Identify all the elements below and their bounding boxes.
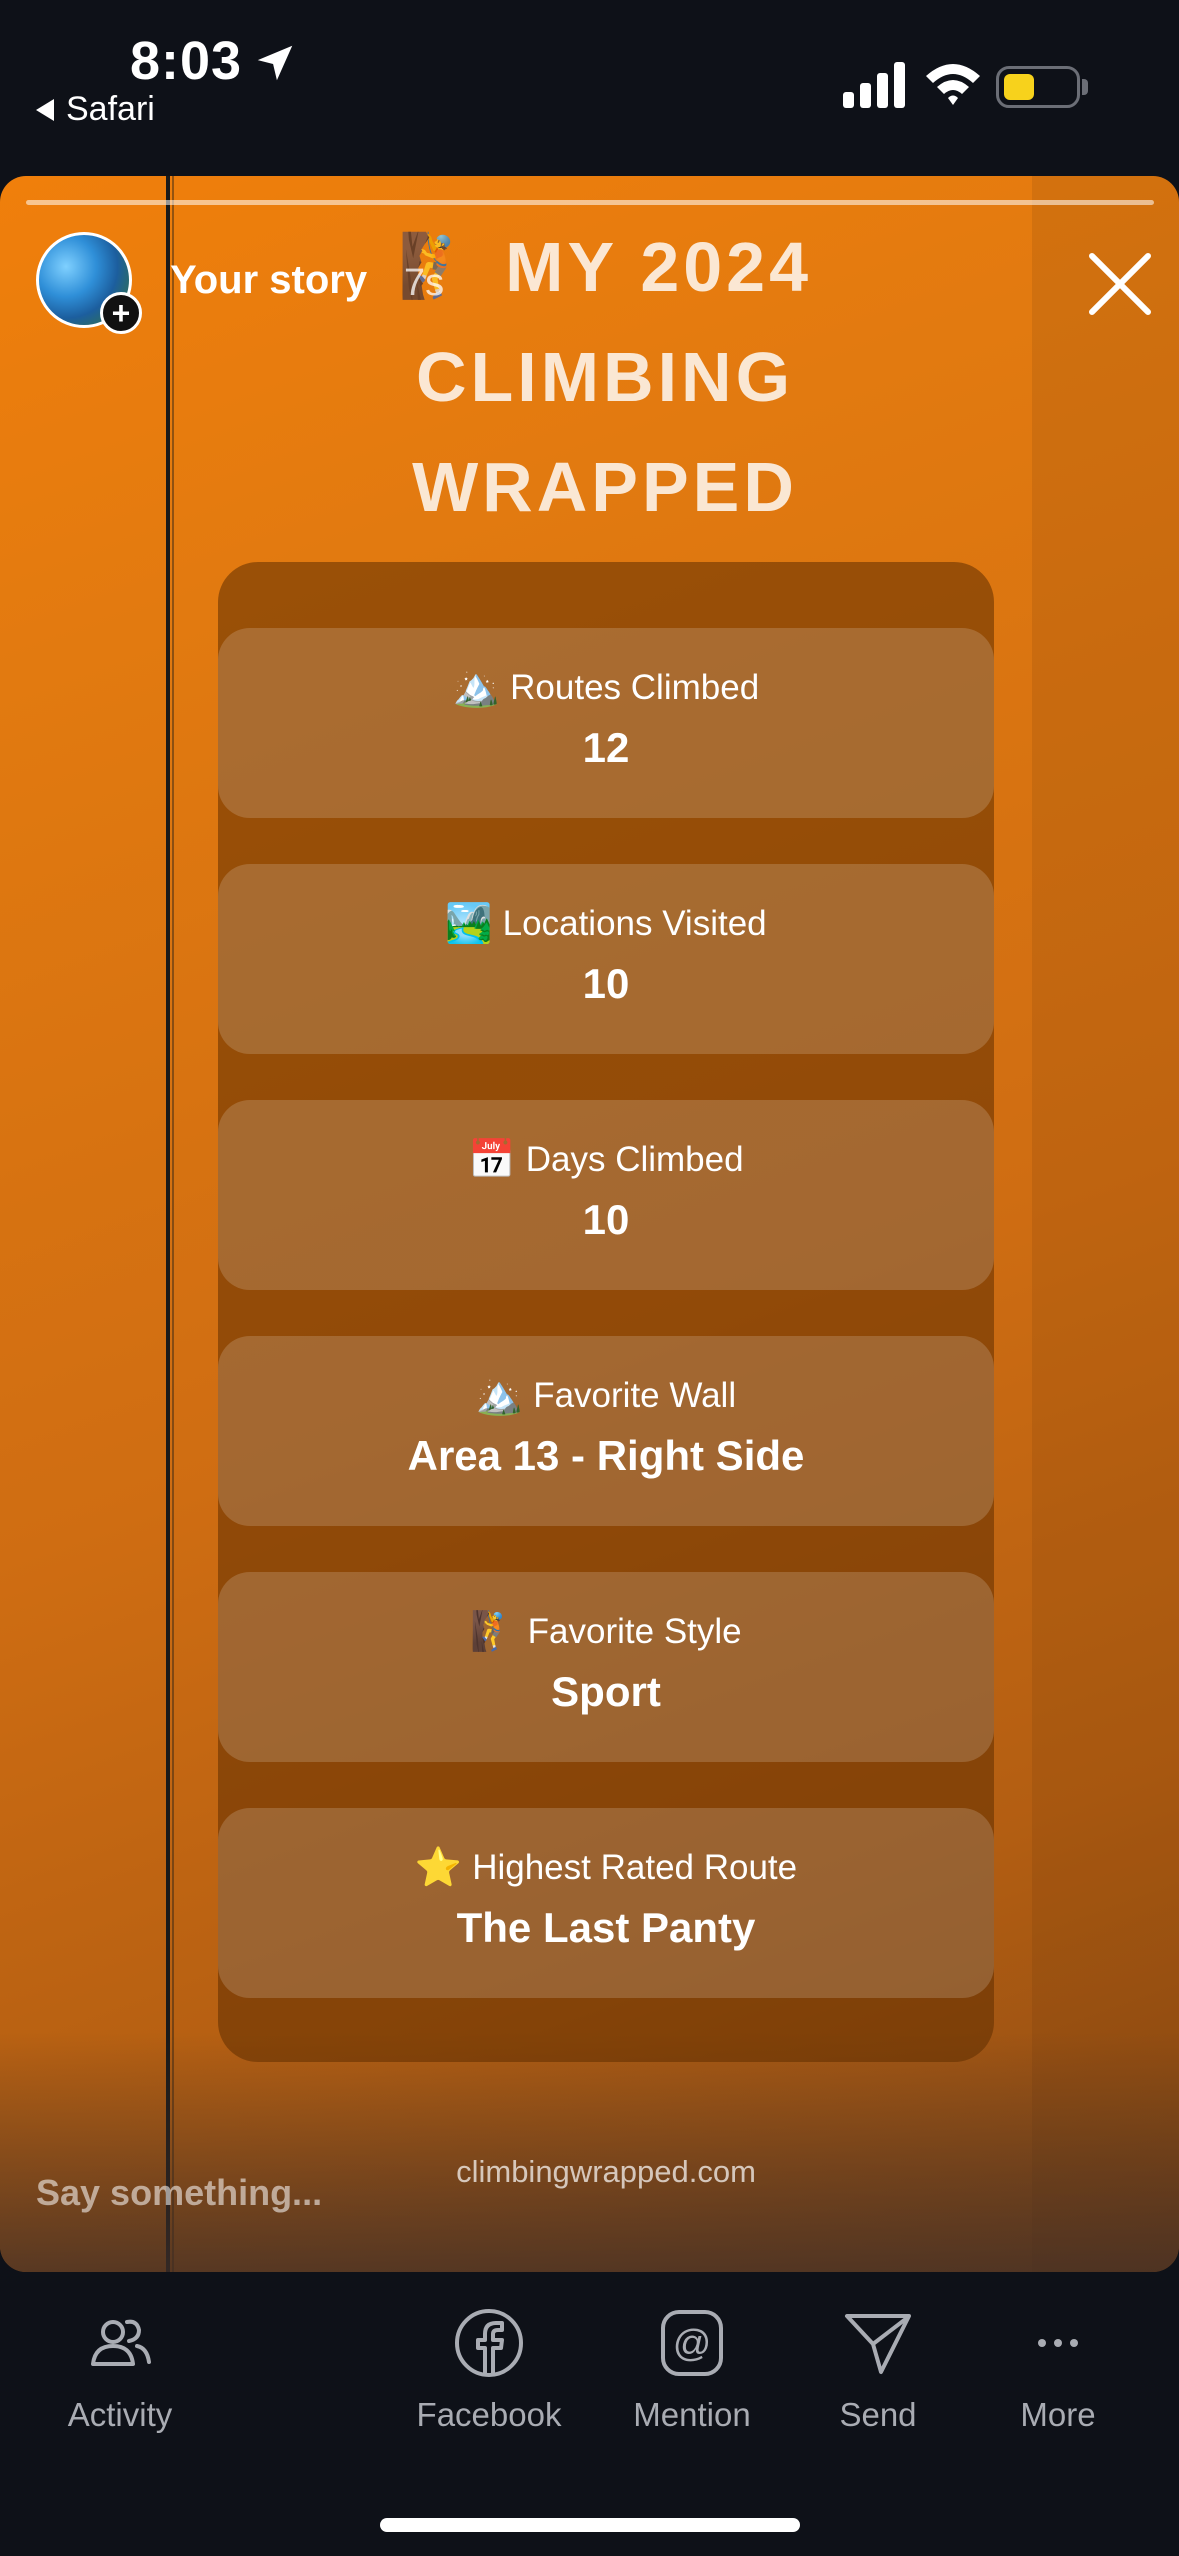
clock: 8:03 <box>130 31 243 91</box>
add-story-plus-icon[interactable]: + <box>100 292 142 334</box>
battery-level <box>1004 74 1034 100</box>
paper-plane-icon <box>845 2314 911 2374</box>
stat-label-row: ⭐ Highest Rated Route <box>218 1848 994 1888</box>
stat-card-highest-rated: ⭐ Highest Rated Route The Last Panty <box>218 1808 994 1998</box>
stat-card-favorite-wall: 🏔️ Favorite Wall Area 13 - Right Side <box>218 1336 994 1526</box>
stat-card-locations: 🏞️ Locations Visited 10 <box>218 864 994 1054</box>
stats-panel: 🏔️ Routes Climbed 12 🏞️ Locations Visite… <box>218 562 994 2062</box>
stat-label-row: 🧗 Favorite Style <box>218 1612 994 1652</box>
stat-value: 10 <box>582 1196 630 1243</box>
at-sign-icon: @ <box>661 2310 723 2376</box>
stat-label-row: 🏞️ Locations Visited <box>218 904 994 944</box>
home-indicator[interactable] <box>380 2518 800 2532</box>
stat-label: Routes Climbed <box>510 668 760 707</box>
ellipsis-icon <box>1038 2339 1078 2347</box>
stat-label-row: 📅 Days Climbed <box>218 1140 994 1180</box>
mountain-icon: 🏔️ <box>452 667 501 709</box>
battery-nub <box>1082 79 1088 95</box>
climber-icon: 🧗 <box>470 1611 518 1653</box>
reply-input[interactable]: Say something... <box>36 2172 322 2214</box>
title-line-3: WRAPPED <box>412 448 798 526</box>
facebook-button[interactable]: Facebook <box>389 2306 589 2434</box>
stat-card-favorite-style: 🧗 Favorite Style Sport <box>218 1572 994 1762</box>
back-app-label: Safari <box>66 90 155 128</box>
location-arrow-icon <box>257 45 293 81</box>
send-button[interactable]: Send <box>778 2306 978 2434</box>
send-label: Send <box>839 2396 917 2433</box>
more-label: More <box>1020 2396 1096 2433</box>
activity-label: Activity <box>67 2396 173 2433</box>
story-card[interactable]: 🧗 MY 2024 CLIMBING WRAPPED + Your story … <box>0 176 1179 2272</box>
stat-value: 12 <box>582 724 630 771</box>
wifi-icon <box>926 64 980 105</box>
title-line-2: CLIMBING <box>415 338 795 416</box>
facebook-icon <box>455 2309 523 2377</box>
stat-label: Locations Visited <box>502 904 767 943</box>
activity-button[interactable]: Activity <box>20 2306 220 2434</box>
close-icon[interactable] <box>1086 250 1154 318</box>
story-edge-shade <box>1032 176 1179 2272</box>
stat-card-routes: 🏔️ Routes Climbed 12 <box>218 628 994 818</box>
people-icon <box>91 2319 151 2366</box>
stat-label: Favorite Wall <box>533 1376 737 1415</box>
cellular-signal-icon <box>843 62 905 108</box>
stat-label: Highest Rated Route <box>472 1848 798 1887</box>
stat-label-row: 🏔️ Routes Climbed <box>218 668 994 708</box>
story-age: 7s <box>404 262 445 304</box>
back-triangle-icon <box>36 98 54 121</box>
back-to-safari-link[interactable]: Safari <box>36 90 155 129</box>
more-button[interactable]: More <box>958 2306 1158 2434</box>
facebook-label: Facebook <box>416 2396 562 2433</box>
stat-card-days: 📅 Days Climbed 10 <box>218 1100 994 1290</box>
stat-value: Area 13 - Right Side <box>407 1432 805 1479</box>
stat-value: Sport <box>551 1668 661 1715</box>
battery-icon <box>996 66 1080 108</box>
stat-label: Days Climbed <box>525 1140 744 1179</box>
story-bottom-gradient <box>0 2032 1179 2272</box>
stat-label: Favorite Style <box>527 1612 742 1651</box>
calendar-icon: 📅 <box>468 1139 516 1181</box>
story-progress-bar <box>26 200 1154 205</box>
instagram-story-viewer: 8:03 Safari 🧗 MY 2024 CLIMBING WRAPPED +… <box>0 0 1179 2556</box>
mention-label: Mention <box>633 2396 751 2433</box>
stat-value: The Last Panty <box>456 1904 756 1951</box>
star-icon: ⭐ <box>414 1847 463 1889</box>
svg-text:@: @ <box>673 2323 712 2365</box>
stat-value: 10 <box>582 960 630 1007</box>
mention-button[interactable]: @ Mention <box>592 2306 792 2434</box>
landscape-icon: 🏞️ <box>445 903 493 945</box>
status-bar: 8:03 Safari <box>0 0 1179 170</box>
story-owner-label[interactable]: Your story <box>170 258 367 303</box>
title-text-1: MY 2024 <box>505 228 813 306</box>
stat-label-row: 🏔️ Favorite Wall <box>218 1376 994 1416</box>
mountain-icon: 🏔️ <box>475 1375 524 1417</box>
